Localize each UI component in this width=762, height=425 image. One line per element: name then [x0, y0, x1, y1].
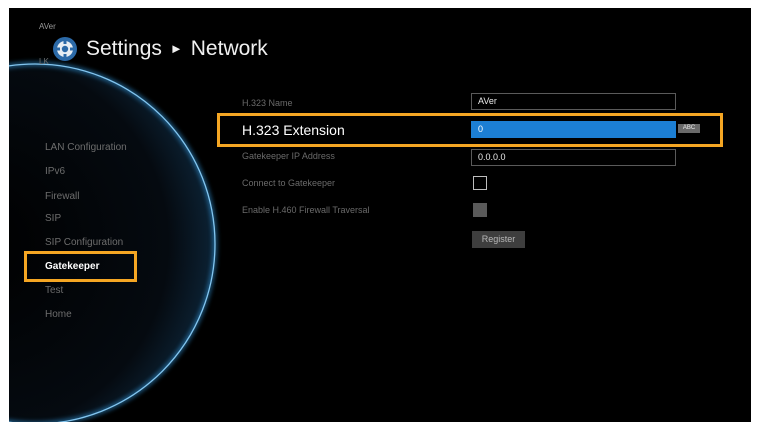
- register-button[interactable]: Register: [472, 231, 525, 248]
- gatekeeper-ip-field[interactable]: 0.0.0.0: [471, 149, 676, 166]
- page-header: Settings ► Network: [52, 36, 268, 62]
- settings-gear-icon: [53, 37, 77, 61]
- brand-logo-text: AVer: [39, 22, 56, 31]
- h460-traversal-label: Enable H.460 Firewall Traversal: [242, 205, 370, 215]
- h323-name-field[interactable]: AVer: [471, 93, 676, 110]
- sidebar-item-home[interactable]: Home: [45, 309, 72, 320]
- h323-extension-highlight-box: [217, 113, 723, 147]
- decorative-glow-arc: [9, 61, 218, 422]
- h323-name-label: H.323 Name: [242, 98, 293, 108]
- sidebar-item-firewall[interactable]: Firewall: [45, 191, 79, 202]
- page-subtitle: Network: [190, 37, 268, 60]
- h460-traversal-checkbox: [473, 203, 487, 217]
- page-title: Settings: [86, 37, 162, 60]
- sidebar-item-sip-configuration[interactable]: SIP Configuration: [45, 237, 123, 248]
- gatekeeper-highlight-box: [24, 251, 137, 282]
- gatekeeper-ip-label: Gatekeeper IP Address: [242, 151, 335, 161]
- connect-gatekeeper-label: Connect to Gatekeeper: [242, 178, 336, 188]
- screen: AVer LK Settings ► Network LAN Configura…: [9, 8, 751, 422]
- brand-logo-subtext: LK: [39, 57, 49, 66]
- sidebar-item-test[interactable]: Test: [45, 285, 63, 296]
- sidebar-item-sip[interactable]: SIP: [45, 213, 61, 224]
- breadcrumb-arrow-icon: ►: [169, 40, 183, 56]
- sidebar-item-ipv6[interactable]: IPv6: [45, 166, 65, 177]
- connect-gatekeeper-checkbox[interactable]: [473, 176, 487, 190]
- sidebar-item-lan-configuration[interactable]: LAN Configuration: [45, 142, 127, 153]
